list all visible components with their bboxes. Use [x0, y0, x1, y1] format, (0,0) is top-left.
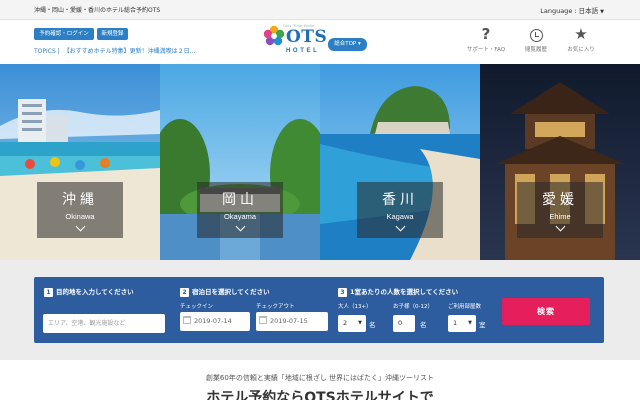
rooms-value: 1: [453, 319, 458, 327]
step-number: 1: [44, 288, 53, 297]
region-name-jp: 香川: [382, 192, 418, 208]
region-label-kagawa[interactable]: 香川 Kagawa: [357, 182, 443, 238]
region-name-en: Kagawa: [386, 212, 414, 221]
checkout-value: 2019-07-15: [270, 317, 308, 325]
destination-placeholder: エリア、空港、観光施設など: [48, 320, 126, 327]
intro-headline: ホテル予約ならOTSホテルサイトで: [206, 390, 434, 400]
step-destination-heading: 1 目的地を入力してください: [44, 286, 134, 297]
checkout-date-field[interactable]: 2019-07-15: [256, 312, 328, 331]
adults-value: 2: [343, 319, 348, 327]
language-selector[interactable]: Language : 日本語 ▼: [540, 5, 604, 15]
step-title: 目的地を入力してください: [56, 288, 134, 296]
chevron-down-icon: ▾: [358, 41, 361, 47]
calendar-icon: [183, 316, 191, 324]
region-name-en: Okayama: [223, 212, 257, 221]
checkout-label: チェックアウト: [256, 304, 295, 310]
region-hero: 沖縄 Okinawa 岡山 Okayama 香川 Kagawa 愛媛 Ehime: [0, 64, 640, 260]
rooms-label: ご利用部屋数: [448, 304, 482, 310]
support-faq-label: サポート・FAQ: [466, 47, 506, 53]
search-button[interactable]: 検索: [502, 298, 590, 325]
children-label: お子様（0-12）: [393, 304, 433, 310]
children-value: 0: [398, 319, 403, 327]
step-number: 2: [180, 288, 189, 297]
language-label: Language : 日本語: [540, 7, 599, 15]
children-unit: 名: [420, 321, 427, 329]
search-section: 1 目的地を入力してください エリア、空港、観光施設など 2 宿泊日を選択してくださ…: [0, 260, 640, 360]
step-number: 3: [338, 288, 347, 297]
intro-section: 創業60年の信頼と実績「地域に根ざし 世界にはばたく」沖縄ツーリスト ホテル予約…: [0, 360, 640, 400]
calendar-icon: [259, 316, 267, 324]
region-name-en: Okinawa: [65, 212, 95, 221]
region-panel-okayama[interactable]: 岡山 Okayama: [160, 64, 320, 260]
caret-down-icon: ▼: [358, 320, 362, 326]
adults-label: 大人（13+）: [338, 304, 372, 310]
step-title: 宿泊日を選択してください: [192, 288, 270, 296]
ots-hotel-logo[interactable]: Only Time Smile OTS HOTEL: [262, 20, 330, 60]
login-button[interactable]: 予約確認・ログイン: [34, 28, 94, 40]
top-page-label: 総合TOP: [334, 41, 357, 47]
chevron-down-icon: [75, 221, 85, 232]
star-icon: ★: [574, 25, 588, 43]
history-label: 閲覧履歴: [524, 47, 547, 53]
region-panel-okinawa[interactable]: 沖縄 Okinawa: [0, 64, 160, 260]
top-page-button[interactable]: 総合TOP ▾: [328, 38, 367, 51]
caret-down-icon: ▼: [600, 9, 604, 15]
topics-link[interactable]: 【おすすめホテル特集】更新！沖縄満喫は２日…: [64, 48, 196, 55]
step-dates-heading: 2 宿泊日を選択してください: [180, 286, 270, 297]
favorites-label: お気に入り: [567, 47, 595, 53]
history-link[interactable]: 閲覧履歴: [511, 26, 561, 53]
page: 沖縄・岡山・愛媛・香川のホテル総合予約OTS Language : 日本語 ▼ 予…: [0, 0, 640, 400]
question-icon: ?: [481, 25, 491, 43]
hotel-search-form: 1 目的地を入力してください エリア、空港、観光施設など 2 宿泊日を選択してくださ…: [34, 277, 604, 343]
region-panel-ehime[interactable]: 愛媛 Ehime: [480, 64, 640, 260]
region-name-jp: 沖縄: [62, 192, 98, 208]
top-strip: 沖縄・岡山・愛媛・香川のホテル総合予約OTS Language : 日本語 ▼: [0, 0, 640, 20]
caret-down-icon: ▼: [468, 320, 472, 326]
company-tagline: 創業60年の信頼と実績「地域に根ざし 世界にはばたく」沖縄ツーリスト: [205, 374, 435, 382]
chevron-down-icon: [395, 221, 405, 232]
region-label-okayama[interactable]: 岡山 Okayama: [197, 182, 283, 238]
favorites-link[interactable]: ★ お気に入り: [556, 25, 606, 54]
rooms-unit: 室: [479, 321, 486, 329]
clock-icon: [529, 29, 543, 42]
logo-brand: OTS: [286, 27, 328, 47]
logo-sub: HOTEL: [286, 48, 320, 54]
rooms-select[interactable]: 1 ▼: [448, 315, 476, 332]
register-button[interactable]: 新規登録: [97, 28, 128, 40]
topics-bar: TOPICS | 【おすすめホテル特集】更新！沖縄満喫は２日…: [34, 46, 196, 55]
step-title: 1室あたりの人数を選択してください: [350, 288, 459, 296]
region-name-jp: 岡山: [222, 192, 258, 208]
region-panel-kagawa[interactable]: 香川 Kagawa: [320, 64, 480, 260]
step-guests-heading: 3 1室あたりの人数を選択してください: [338, 286, 458, 297]
topics-label: TOPICS |: [34, 48, 60, 55]
site-tagline: 沖縄・岡山・愛媛・香川のホテル総合予約OTS: [34, 7, 161, 14]
chevron-down-icon: [235, 221, 245, 232]
support-faq-link[interactable]: ? サポート・FAQ: [461, 25, 511, 54]
header: 予約確認・ログイン 新規登録 TOPICS | 【おすすめホテル特集】更新！沖縄…: [0, 20, 640, 64]
checkin-label: チェックイン: [180, 304, 214, 310]
chevron-down-icon: [555, 221, 565, 232]
checkin-value: 2019-07-14: [194, 317, 232, 325]
region-label-okinawa[interactable]: 沖縄 Okinawa: [37, 182, 123, 238]
checkin-date-field[interactable]: 2019-07-14: [180, 312, 250, 331]
destination-input[interactable]: エリア、空港、観光施設など: [43, 314, 165, 333]
children-input[interactable]: 0: [393, 315, 415, 332]
region-name-en: Ehime: [549, 212, 571, 221]
region-label-ehime[interactable]: 愛媛 Ehime: [517, 182, 603, 238]
adults-select[interactable]: 2 ▼: [338, 315, 366, 332]
region-name-jp: 愛媛: [542, 192, 578, 208]
adults-unit: 名: [369, 321, 376, 329]
